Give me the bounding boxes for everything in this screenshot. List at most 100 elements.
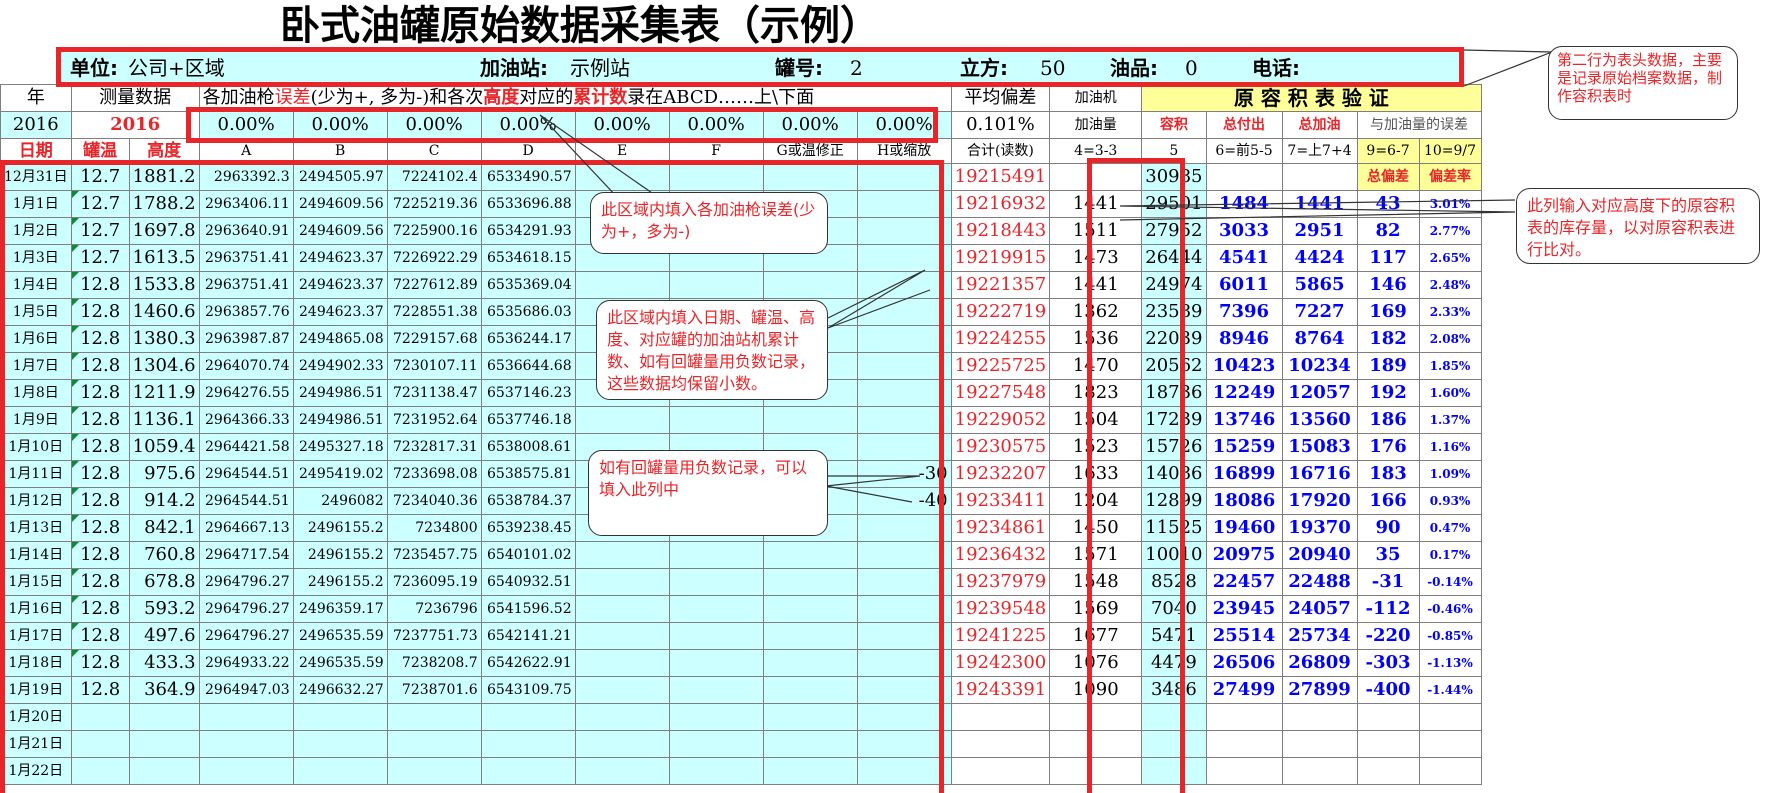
counter-d-cell[interactable]: 6536244.17: [480, 325, 576, 353]
date-cell[interactable]: 1月9日: [0, 406, 72, 434]
date-cell[interactable]: 1月16日: [0, 595, 72, 623]
counter-c-cell[interactable]: 7225900.16: [386, 217, 482, 245]
counter-d-cell[interactable]: 6543109.75: [480, 676, 576, 704]
counter-h-cell[interactable]: -30: [856, 460, 952, 488]
counter-c-cell[interactable]: 7232817.31: [386, 433, 482, 461]
temp-cell[interactable]: 12.8: [70, 406, 130, 434]
counter-b-cell[interactable]: 2494609.56: [292, 190, 388, 218]
counter-a-cell[interactable]: 2964667.13: [198, 514, 294, 542]
counter-g-cell[interactable]: [762, 406, 858, 434]
date-cell[interactable]: 1月4日: [0, 271, 72, 299]
counter-a-cell[interactable]: 2964796.27: [198, 595, 294, 623]
counter-b-cell[interactable]: 2496535.59: [292, 649, 388, 677]
counter-d-cell[interactable]: 6539238.45: [480, 514, 576, 542]
volume-cell[interactable]: 11525: [1141, 514, 1207, 542]
temp-cell[interactable]: 12.8: [70, 325, 130, 353]
counter-h-cell[interactable]: [856, 352, 952, 380]
temp-cell[interactable]: 12.7: [70, 163, 130, 191]
counter-a-cell[interactable]: 2963987.87: [198, 325, 294, 353]
counter-g-cell[interactable]: [762, 649, 858, 677]
temp-cell[interactable]: 12.8: [70, 487, 130, 515]
counter-d-cell[interactable]: 6540932.51: [480, 568, 576, 596]
counter-d-cell[interactable]: [480, 730, 576, 758]
counter-b-cell[interactable]: 2496535.59: [292, 622, 388, 650]
counter-h-cell[interactable]: [856, 595, 952, 623]
temp-cell[interactable]: 12.8: [70, 622, 130, 650]
volume-cell[interactable]: 29501: [1141, 190, 1207, 218]
counter-b-cell[interactable]: 2496155.2: [292, 541, 388, 569]
counter-e-cell[interactable]: [574, 163, 670, 191]
counter-f-cell[interactable]: [668, 757, 764, 785]
counter-e-cell[interactable]: [574, 568, 670, 596]
temp-cell[interactable]: [70, 757, 130, 785]
volume-cell[interactable]: 15726: [1141, 433, 1207, 461]
height-cell[interactable]: [128, 757, 200, 785]
height-cell[interactable]: 497.6: [128, 622, 200, 650]
counter-c-cell[interactable]: [386, 703, 482, 731]
height-cell[interactable]: 1788.2: [128, 190, 200, 218]
date-cell[interactable]: 12月31日: [0, 163, 72, 191]
counter-a-cell[interactable]: 2964544.51: [198, 487, 294, 515]
volume-cell[interactable]: 26444: [1141, 244, 1207, 272]
counter-g-cell[interactable]: [762, 703, 858, 731]
height-cell[interactable]: 1697.8: [128, 217, 200, 245]
counter-a-cell[interactable]: 2964544.51: [198, 460, 294, 488]
counter-d-cell[interactable]: [480, 757, 576, 785]
counter-f-cell[interactable]: [668, 406, 764, 434]
temp-cell[interactable]: 12.8: [70, 298, 130, 326]
counter-e-cell[interactable]: [574, 730, 670, 758]
height-cell[interactable]: 364.9: [128, 676, 200, 704]
volume-cell[interactable]: 3486: [1141, 676, 1207, 704]
counter-h-cell[interactable]: [856, 406, 952, 434]
date-cell[interactable]: 1月19日: [0, 676, 72, 704]
counter-c-cell[interactable]: 7237751.73: [386, 622, 482, 650]
counter-e-cell[interactable]: [574, 622, 670, 650]
temp-cell[interactable]: 12.8: [70, 595, 130, 623]
height-cell[interactable]: 842.1: [128, 514, 200, 542]
counter-e-cell[interactable]: [574, 757, 670, 785]
counter-g-cell[interactable]: [762, 595, 858, 623]
counter-c-cell[interactable]: 7234040.36: [386, 487, 482, 515]
counter-c-cell[interactable]: 7238208.7: [386, 649, 482, 677]
counter-c-cell[interactable]: 7235457.75: [386, 541, 482, 569]
counter-e-cell[interactable]: [574, 676, 670, 704]
counter-a-cell[interactable]: 2964070.74: [198, 352, 294, 380]
counter-c-cell[interactable]: 7229157.68: [386, 325, 482, 353]
counter-h-cell[interactable]: [856, 325, 952, 353]
counter-a-cell[interactable]: 2963751.41: [198, 271, 294, 299]
counter-a-cell[interactable]: 2964796.27: [198, 568, 294, 596]
volume-cell[interactable]: 24974: [1141, 271, 1207, 299]
tank-field[interactable]: 2: [850, 52, 863, 85]
volume-cell[interactable]: 20562: [1141, 352, 1207, 380]
date-cell[interactable]: 1月8日: [0, 379, 72, 407]
counter-e-cell[interactable]: [574, 703, 670, 731]
counter-c-cell[interactable]: 7231952.64: [386, 406, 482, 434]
counter-b-cell[interactable]: 2496082: [292, 487, 388, 515]
counter-a-cell[interactable]: 2963640.91: [198, 217, 294, 245]
date-cell[interactable]: 1月20日: [0, 703, 72, 731]
height-cell[interactable]: 975.6: [128, 460, 200, 488]
temp-cell[interactable]: 12.8: [70, 433, 130, 461]
counter-b-cell[interactable]: [292, 730, 388, 758]
volume-cell[interactable]: 5471: [1141, 622, 1207, 650]
date-cell[interactable]: 1月3日: [0, 244, 72, 272]
counter-h-cell[interactable]: [856, 757, 952, 785]
volume-cell[interactable]: 22039: [1141, 325, 1207, 353]
counter-f-cell[interactable]: [668, 271, 764, 299]
counter-f-cell[interactable]: [668, 622, 764, 650]
height-cell[interactable]: 1304.6: [128, 352, 200, 380]
date-cell[interactable]: 1月12日: [0, 487, 72, 515]
counter-f-cell[interactable]: [668, 568, 764, 596]
error-h[interactable]: 0.00%: [856, 111, 952, 139]
counter-b-cell[interactable]: 2496632.27: [292, 676, 388, 704]
counter-h-cell[interactable]: [856, 568, 952, 596]
volume-cell[interactable]: 8528: [1141, 568, 1207, 596]
counter-e-cell[interactable]: [574, 406, 670, 434]
volume-cell[interactable]: 18736: [1141, 379, 1207, 407]
counter-a-cell[interactable]: [198, 730, 294, 758]
date-cell[interactable]: 1月10日: [0, 433, 72, 461]
volume-cell[interactable]: [1141, 757, 1207, 785]
counter-c-cell[interactable]: 7231138.47: [386, 379, 482, 407]
counter-d-cell[interactable]: [480, 703, 576, 731]
counter-e-cell[interactable]: [574, 271, 670, 299]
